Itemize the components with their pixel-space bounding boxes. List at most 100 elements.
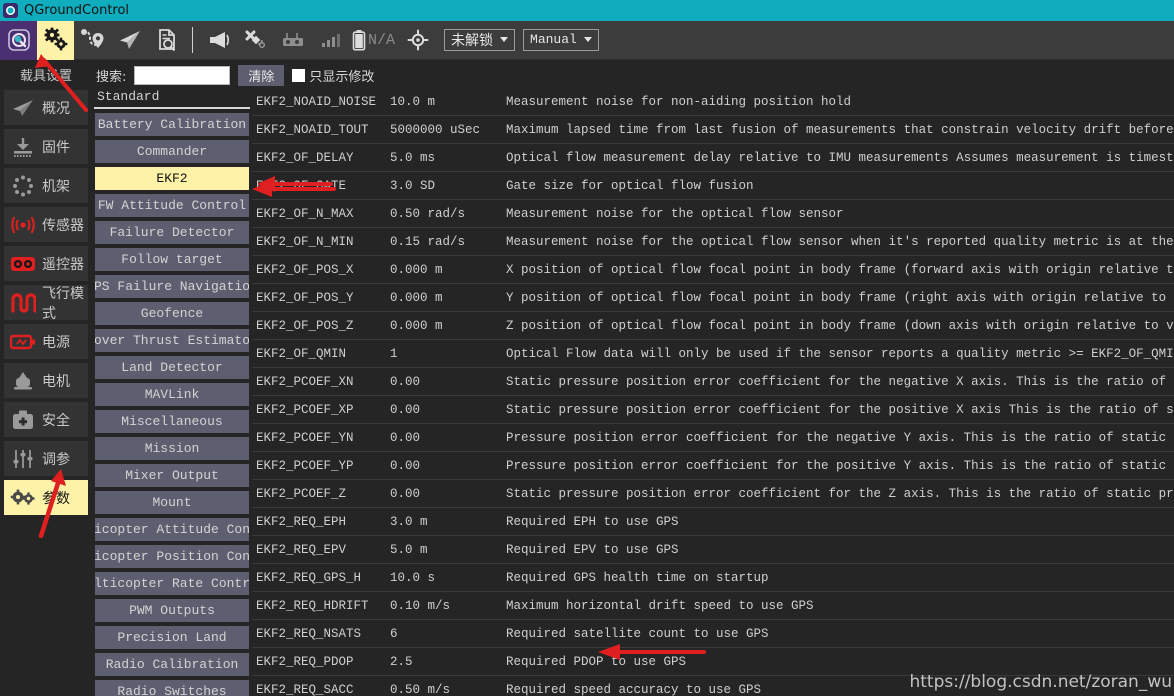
sidebar-item-7[interactable]: 电源	[4, 324, 88, 359]
table-row[interactable]: EKF2_NOAID_NOISE 10.0 m Measurement noise …	[252, 88, 1174, 116]
sidebar-item-8[interactable]: 电机	[4, 363, 88, 398]
search-row: 搜索: 清除 只显示修改	[92, 60, 1174, 88]
table-row[interactable]: EKF2_REQ_GPS_H 10.0 s Required GPS health …	[252, 564, 1174, 592]
analyze-button[interactable]	[148, 21, 185, 60]
parameter-value: 0.00	[390, 486, 421, 501]
parameter-group-item[interactable]: Commander	[95, 140, 249, 163]
sidebar-item-5[interactable]: 遥控器	[4, 246, 88, 281]
fly-button[interactable]	[111, 21, 148, 60]
parameter-group-item[interactable]: PWM Outputs	[95, 599, 249, 622]
parameter-group-item[interactable]: GPS Failure Navigation	[95, 275, 249, 298]
parameter-group-item[interactable]: Radio Switches	[95, 680, 249, 696]
parameter-group-item[interactable]: Failure Detector	[95, 221, 249, 244]
rc-indicator[interactable]	[274, 21, 311, 60]
qgc-logo-button[interactable]	[0, 20, 37, 60]
parameter-name: EKF2_PCOEF_YP	[256, 458, 354, 473]
table-row[interactable]: EKF2_OF_POS_Z 0.000 m Z position of optica…	[252, 312, 1174, 340]
table-row[interactable]: EKF2_OF_DELAY 5.0 ms Optical flow measurem…	[252, 144, 1174, 172]
table-row[interactable]: EKF2_OF_N_MIN 0.15 rad/s Measurement noise…	[252, 228, 1174, 256]
sidebar-item-label: 传感器	[42, 217, 84, 234]
table-row[interactable]: EKF2_PCOEF_YN 0.00 Pressure position error…	[252, 424, 1174, 452]
plan-button[interactable]	[74, 21, 111, 60]
search-input[interactable]	[134, 65, 231, 85]
table-row[interactable]: EKF2_NOAID_TOUT 5000000 uSec Maximum lapse…	[252, 116, 1174, 144]
gps-lock-indicator[interactable]	[399, 21, 436, 60]
parameter-group-item[interactable]: Multicopter Position Control	[95, 545, 249, 568]
parameter-group-item[interactable]: Land Detector	[95, 356, 249, 379]
parameter-value: 2.5	[390, 654, 413, 669]
parameter-description: Gate size for optical flow fusion	[506, 178, 754, 193]
vehicle-setup-sidebar: 载具设置 概况 固件 机架 传感器 遥控器 飞行模式 电源 电机 安全 调参 参数	[0, 60, 92, 696]
sidebar-item-1[interactable]: 概况	[4, 90, 88, 125]
sidebar-item-label: 电机	[42, 373, 70, 390]
gps-indicator[interactable]	[237, 21, 274, 60]
parameter-description: X position of optical flow focal point i…	[506, 262, 1174, 277]
parameter-group-item[interactable]: Geofence	[95, 302, 249, 325]
sidebar-item-3[interactable]: 机架	[4, 168, 88, 203]
table-row[interactable]: EKF2_OF_GATE 3.0 SD Gate size for optical …	[252, 172, 1174, 200]
parameter-description: Static pressure position error coefficie…	[506, 374, 1174, 389]
parameter-name: EKF2_OF_DELAY	[256, 150, 354, 165]
battery-indicator[interactable]: N/A	[348, 21, 399, 60]
table-row[interactable]: EKF2_PCOEF_YP 0.00 Pressure position error…	[252, 452, 1174, 480]
rc-transmitter-icon	[282, 31, 304, 49]
table-row[interactable]: EKF2_REQ_EPH 3.0 m Required EPH to use GPS	[252, 508, 1174, 536]
flight-modes-icon	[10, 291, 36, 315]
table-row[interactable]: EKF2_PCOEF_XP 0.00 Static pressure positio…	[252, 396, 1174, 424]
parameter-group-item[interactable]: Battery Calibration	[95, 113, 249, 136]
table-row[interactable]: EKF2_PCOEF_Z 0.00 Static pressure position…	[252, 480, 1174, 508]
vehicle-setup-button[interactable]	[37, 20, 74, 60]
parameter-group-item[interactable]: MAVLink	[95, 383, 249, 406]
parameter-group-item[interactable]: Mount	[95, 491, 249, 514]
parameter-description: Required satellite count to use GPS	[506, 626, 769, 641]
table-row[interactable]: EKF2_OF_POS_Y 0.000 m Y position of optica…	[252, 284, 1174, 312]
parameter-description: Maximum lapsed time from last fusion of …	[506, 122, 1174, 137]
group-tab-standard[interactable]: Standard	[94, 88, 250, 109]
table-row[interactable]: EKF2_REQ_SACC 0.50 m/s Required speed accu…	[252, 676, 1174, 696]
table-row[interactable]: EKF2_OF_QMIN 1 Optical Flow data will only…	[252, 340, 1174, 368]
only-modified-checkbox[interactable]: 只显示修改	[292, 66, 374, 85]
table-row[interactable]: EKF2_OF_POS_X 0.000 m X position of optica…	[252, 256, 1174, 284]
parameter-group-item[interactable]: Precision Land	[95, 626, 249, 649]
sidebar-item-label: 遥控器	[42, 256, 84, 273]
parameter-description: Required GPS health time on startup	[506, 570, 769, 585]
sidebar-item-10[interactable]: 调参	[4, 441, 88, 476]
parameter-group-item[interactable]: Mission	[95, 437, 249, 460]
parameter-group-item[interactable]: Follow target	[95, 248, 249, 271]
telemetry-indicator[interactable]	[311, 21, 348, 60]
parameter-group-item[interactable]: Radio Calibration	[95, 653, 249, 676]
parameter-description: Static pressure position error coefficie…	[506, 486, 1174, 501]
table-row[interactable]: EKF2_PCOEF_XN 0.00 Static pressure positio…	[252, 368, 1174, 396]
sidebar-item-2[interactable]: 固件	[4, 129, 88, 164]
parameter-description: Pressure position error coefficient for …	[506, 430, 1174, 445]
parameter-name: EKF2_PCOEF_XN	[256, 374, 354, 389]
sidebar-item-label: 固件	[42, 139, 70, 156]
table-row[interactable]: EKF2_REQ_HDRIFT 0.10 m/s Maximum horizonta…	[252, 592, 1174, 620]
parameter-name: EKF2_REQ_HDRIFT	[256, 598, 369, 613]
sidebar-item-4[interactable]: 传感器	[4, 207, 88, 242]
message-indicator[interactable]	[200, 21, 237, 60]
sidebar-item-11[interactable]: 参数	[4, 480, 88, 515]
gps-satellite-icon	[244, 29, 268, 51]
flight-mode-dropdown[interactable]: Manual	[523, 29, 599, 51]
parameter-group-item[interactable]: Multicopter Rate Control	[95, 572, 249, 595]
table-row[interactable]: EKF2_REQ_NSATS 6 Required satellite count …	[252, 620, 1174, 648]
parameter-group-item[interactable]: Multicopter Attitude Control	[95, 518, 249, 541]
parameter-group-item[interactable]: Hover Thrust Estimator	[95, 329, 249, 352]
table-row[interactable]: EKF2_REQ_PDOP 2.5 Required PDOP to use GPS	[252, 648, 1174, 676]
parameter-value: 5.0 ms	[390, 150, 436, 165]
parameter-group-item[interactable]: FW Attitude Control	[95, 194, 249, 217]
parameter-group-item[interactable]: Mixer Output	[95, 464, 249, 487]
parameter-group-item[interactable]: Miscellaneous	[95, 410, 249, 433]
sidebar-item-9[interactable]: 安全	[4, 402, 88, 437]
motors-icon	[10, 369, 36, 393]
parameter-value: 0.00	[390, 430, 421, 445]
parameter-description: Static pressure position error coefficie…	[506, 402, 1174, 417]
parameter-table[interactable]: EKF2_NOAID_NOISE 10.0 m Measurement noise …	[252, 88, 1174, 696]
parameter-group-item[interactable]: EKF2	[95, 167, 249, 190]
table-row[interactable]: EKF2_OF_N_MAX 0.50 rad/s Measurement noise…	[252, 200, 1174, 228]
table-row[interactable]: EKF2_REQ_EPV 5.0 m Required EPV to use GPS	[252, 536, 1174, 564]
arm-state-dropdown[interactable]: 未解锁	[444, 29, 516, 51]
clear-button[interactable]: 清除	[238, 64, 285, 86]
sidebar-item-6[interactable]: 飞行模式	[4, 285, 88, 322]
